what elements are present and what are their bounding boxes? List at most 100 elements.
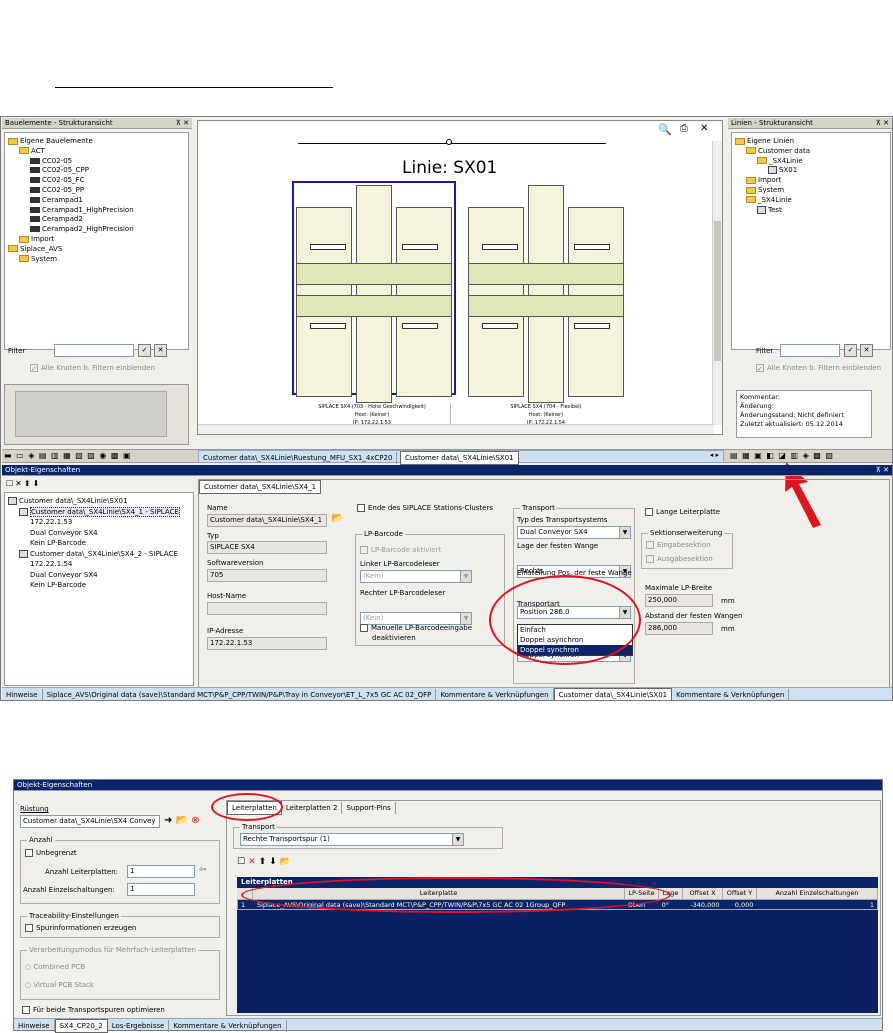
name-field[interactable]: Customer data\_SX4Linie\SX4_1 [207, 514, 327, 527]
arrow-right-icon[interactable]: ➜ [164, 815, 172, 826]
tab-leiterplatten-2[interactable]: Leiterplatten 2 [282, 802, 343, 814]
tree-node[interactable]: Cerampad1_HighPrecision [30, 205, 134, 215]
status-tab-hinweise[interactable]: Hinweise [14, 1020, 55, 1032]
anzahl-einzel-field[interactable]: 1 [127, 883, 195, 896]
status-tab-hinweise[interactable]: Hinweise [2, 689, 43, 700]
lange-checkbox[interactable]: Lange Leiterplatte [645, 508, 720, 516]
print-icon[interactable]: ⎙ [680, 123, 688, 134]
software-field[interactable]: 705 [207, 569, 327, 582]
tab-sx4-1[interactable]: Customer data\_SX4Linie\SX4_1 [199, 480, 322, 494]
combined-radio[interactable]: ○ Combined PCB [25, 963, 85, 971]
filter-apply-button[interactable]: ✓ [844, 344, 857, 357]
anzahl-lp-field[interactable]: 1 [127, 865, 195, 878]
status-tab-siplace[interactable]: Siplace_AVS\Original data (save)\Standar… [43, 689, 437, 700]
tree-node[interactable]: Import [19, 234, 54, 244]
status-tab-sx01[interactable]: Customer data\_SX4Linie\SX01 [553, 688, 673, 700]
tree-node[interactable]: Customer data\_SX4Linie\SX01 [8, 496, 128, 506]
filter-apply-button[interactable]: ✓ [138, 344, 151, 357]
max-breite-field[interactable]: 250,000 [645, 594, 713, 607]
new-icon[interactable]: ☐ [237, 857, 248, 867]
tree-node[interactable]: CC02-05_PP [30, 185, 84, 195]
doc-tab-sx01[interactable]: Customer data\_SX4Linie\SX01 [399, 451, 519, 465]
tree-node[interactable]: Dual Conveyor SX4 [30, 570, 98, 580]
scrollbar-thumb[interactable] [714, 221, 721, 361]
zoom-icon[interactable]: 🔍 [658, 123, 672, 136]
tree-node[interactable]: Import [746, 175, 781, 185]
tree-node[interactable]: CC02-05_FC [30, 175, 85, 185]
tab-support-pins[interactable]: Support-Pins [342, 802, 396, 814]
ip-field[interactable]: 172.22.1.53 [207, 637, 327, 650]
show-all-checkbox[interactable]: ✓ Alle Knoten b. Filtern einblenden [30, 364, 155, 373]
tree-node[interactable]: Customer data [746, 146, 810, 156]
typ-field[interactable]: SIPLACE SX4 [207, 541, 327, 554]
typ-transport-select[interactable]: Dual Conveyor SX4 ▼ [517, 526, 631, 539]
eingabe-checkbox[interactable]: Eingabesektion [646, 541, 711, 549]
spur-checkbox[interactable]: Spurinformationen erzeugen [25, 924, 136, 932]
tree-node[interactable]: Eigene Linien [735, 136, 794, 146]
status-tab-kommentare-2[interactable]: Kommentare & Verknüpfungen [672, 689, 790, 700]
status-tab-los-ergebnisse[interactable]: Los-Ergebnisse [108, 1020, 170, 1032]
status-tab-sx4-cp20[interactable]: SX4_CP20_2 [54, 1019, 108, 1033]
tree-node[interactable]: SX01 [768, 165, 797, 175]
tree-node[interactable]: Cerampad1 [30, 195, 83, 205]
tree-node[interactable]: Customer data\_SX4Linie\SX4_2 - SIPLACE [19, 549, 178, 559]
delete-icon[interactable]: ✕ [248, 857, 259, 867]
tree-node[interactable]: Eigene Bauelemente [8, 136, 93, 146]
arrow-down-icon[interactable]: ⬇ [269, 857, 280, 867]
tree-node[interactable]: Cerampad2_HighPrecision [30, 224, 134, 234]
tree-node[interactable]: 172.22.1.53 [30, 517, 72, 527]
horizontal-scrollbar[interactable] [198, 424, 714, 434]
line-tree[interactable]: Eigene Linien Customer data _SX4Linie SX01 I… [731, 132, 891, 350]
column-header[interactable]: Anzahl Einzelschaltungen [757, 888, 878, 899]
tree-node[interactable]: Customer data\_SX4Linie\SX4_1 - SIPLACE [19, 506, 180, 517]
beide-checkbox[interactable]: Für beide Transportspuren optimieren [22, 1006, 165, 1014]
column-header[interactable]: Offset Y [723, 888, 757, 899]
tree-toolbar-icons[interactable]: ☐✕⬆⬇ [6, 479, 41, 488]
tree-node[interactable]: _SX4Linie [746, 195, 792, 205]
vertical-scrollbar[interactable] [712, 141, 722, 425]
tree-node[interactable]: Test [757, 205, 782, 215]
unbegrenzt-checkbox[interactable]: Unbegrenzt [25, 849, 77, 857]
delete-icon[interactable]: ⊗ [191, 815, 199, 826]
filter-input[interactable] [780, 344, 840, 357]
tree-node[interactable]: System [19, 254, 57, 264]
properties-tree[interactable]: Customer data\_SX4Linie\SX01 Customer dat… [4, 492, 194, 686]
lp-aktiv-checkbox[interactable]: LP-Barcode aktiviert [360, 546, 441, 554]
filter-clear-button[interactable]: ✕ [154, 344, 167, 357]
column-header[interactable]: Offset X [683, 888, 723, 899]
tool-icons-left[interactable]: ▬ ▭ ◈ ▤ ▥ ▦ ▧ ▨ ◉ ▩ ▣ [4, 451, 132, 460]
tree-node[interactable]: 172.22.1.54 [30, 559, 72, 569]
filter-input[interactable] [54, 344, 134, 357]
tree-node[interactable]: System [746, 185, 784, 195]
filter-clear-button[interactable]: ✕ [860, 344, 873, 357]
pin-close-icon[interactable]: ⊼ ✕ [876, 465, 892, 475]
linker-select[interactable]: (Kein) ▼ [360, 570, 472, 583]
tree-node[interactable]: Siplace_AVS [8, 244, 62, 254]
tree-node[interactable]: CC02-05_CPP [30, 165, 89, 175]
abstand-field[interactable]: 286,000 [645, 622, 713, 635]
status-tab-kommentare[interactable]: Kommentare & Verknüpfungen [436, 689, 554, 700]
arrow-back-icon[interactable]: ⇦ [199, 865, 207, 875]
tree-node[interactable]: CC02-05 [30, 156, 72, 166]
tree-node[interactable]: _SX4Linie [757, 156, 803, 166]
pin-close-icon[interactable]: ⊼ ✕ [876, 118, 892, 128]
ausgabe-checkbox[interactable]: Ausgabesektion [646, 555, 713, 563]
browse-folder-icon[interactable]: 📂 [176, 815, 188, 826]
browse-folder-icon[interactable]: 📂 [280, 857, 294, 867]
host-field[interactable] [207, 602, 327, 615]
tree-node[interactable]: Cerampad2 [30, 214, 83, 224]
ruestung-field[interactable]: Customer data\_SX4Linie\SX4 Convey [20, 815, 160, 828]
tree-node[interactable]: Kein LP-Barcode [30, 538, 86, 548]
status-tab-kommentare[interactable]: Kommentare & Verknüpfungen [169, 1020, 287, 1032]
show-all-checkbox[interactable]: ✓ Alle Knoten b. Filtern einblenden [756, 364, 881, 373]
line-canvas[interactable]: 🔍 ⎙ ✕ Linie: SX01 SIPLACE SX4 (703 - Hoh… [197, 120, 723, 435]
tree-node[interactable]: Dual Conveyor SX4 [30, 528, 98, 538]
doc-tab-ruestung[interactable]: Customer data\_SX4Linie\Ruestung_MFU_SX1… [199, 452, 398, 464]
component-tree[interactable]: Eigene Bauelemente ACT CC02-05 CC02-05_CPP C… [4, 132, 189, 350]
ende-checkbox[interactable]: Ende des SIPLACE Stations-Clusters [357, 504, 493, 512]
tree-node[interactable]: Kein LP-Barcode [30, 580, 86, 590]
tree-node[interactable]: ACT [19, 146, 45, 156]
arrow-up-icon[interactable]: ⬆ [259, 857, 270, 867]
transport-select[interactable]: Rechte Transportspur (1) ▼ [240, 833, 464, 846]
manuell-checkbox[interactable]: Manuelle LP-Barcodeeingabe deaktivieren [360, 623, 472, 643]
